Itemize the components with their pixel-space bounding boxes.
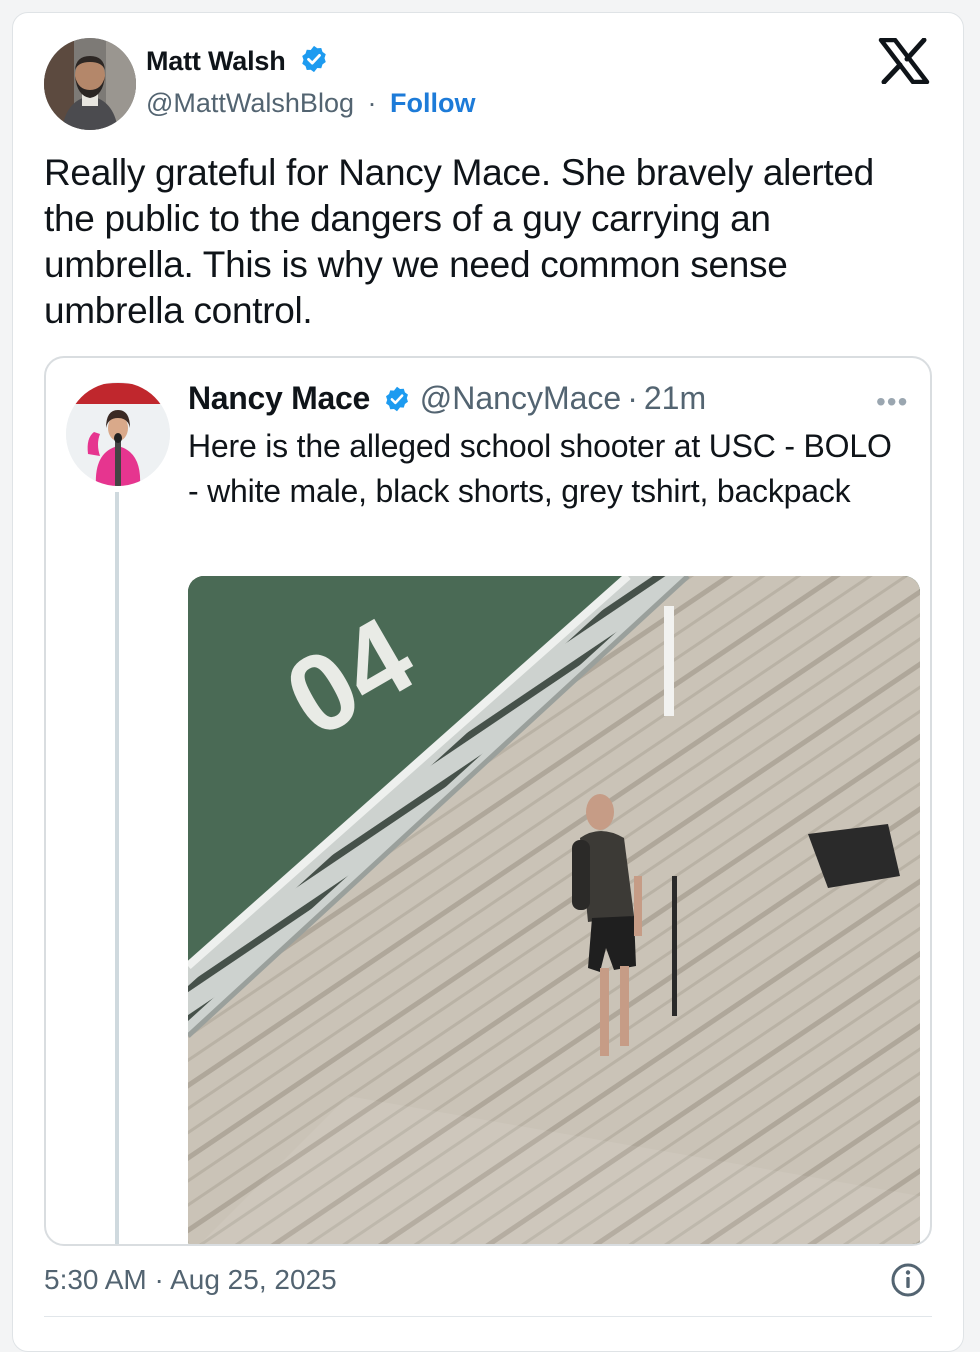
author-handle-line: @MattWalshBlog · Follow — [146, 88, 476, 119]
quoted-header: Nancy Mace @NancyMace · 21m — [188, 380, 706, 417]
author-name[interactable]: Matt Walsh — [146, 44, 329, 77]
quoted-author-name[interactable]: Nancy Mace — [188, 380, 370, 416]
quoted-separator: · — [627, 380, 638, 416]
quoted-verified-badge-icon — [385, 386, 408, 412]
follow-button[interactable]: Follow — [390, 88, 475, 118]
author-avatar[interactable] — [44, 38, 136, 130]
author-handle[interactable]: @MattWalshBlog — [146, 88, 354, 118]
tweet-timestamp[interactable]: 5:30 AM · Aug 25, 2025 — [44, 1264, 337, 1296]
info-icon[interactable] — [890, 1262, 926, 1298]
bridge-photo: 04 — [188, 576, 920, 1244]
verified-badge-icon — [302, 45, 326, 73]
author-name-text[interactable]: Matt Walsh — [146, 46, 286, 76]
more-options-icon[interactable]: ••• — [876, 386, 908, 418]
quoted-time[interactable]: 21m — [644, 380, 706, 416]
footer-divider — [44, 1316, 932, 1317]
tweet-text: Really grateful for Nancy Mace. She brav… — [44, 152, 874, 331]
quoted-media-image[interactable]: 04 — [188, 576, 920, 1244]
x-logo-icon[interactable] — [878, 38, 930, 84]
quoted-text: Here is the alleged school shooter at US… — [188, 428, 892, 509]
quoted-author-avatar[interactable] — [66, 382, 170, 486]
handle-separator: · — [367, 88, 377, 118]
author-avatar-image — [44, 38, 136, 130]
thread-line — [115, 492, 119, 1244]
quoted-tweet[interactable]: Nancy Mace @NancyMace · 21m ••• Here is th… — [44, 356, 932, 1246]
quoted-author-handle[interactable]: @NancyMace — [420, 380, 621, 416]
quoted-avatar-image — [66, 382, 170, 486]
